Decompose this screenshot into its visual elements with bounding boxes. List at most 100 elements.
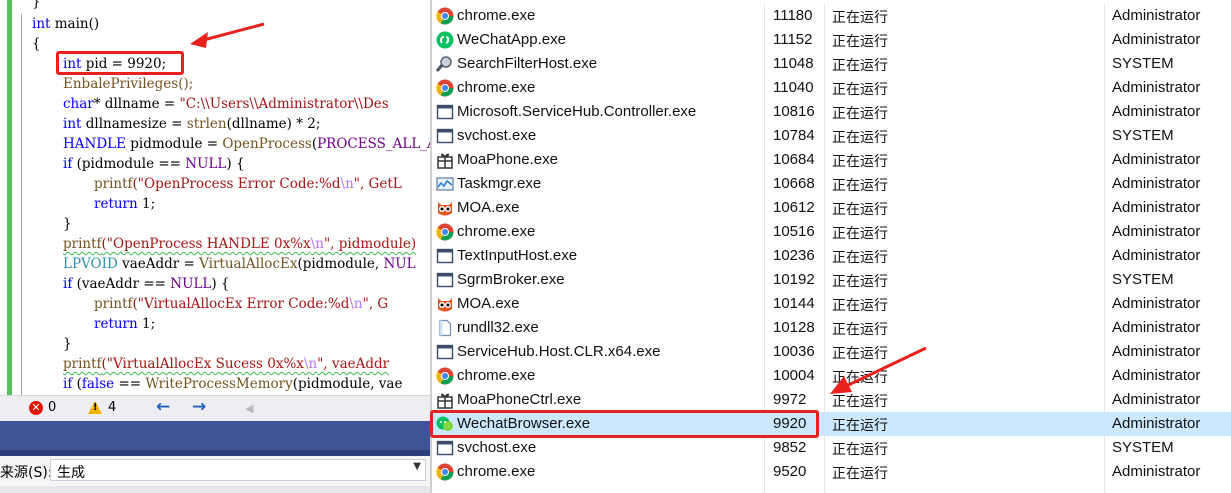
process-user: Administrator	[1112, 103, 1201, 120]
code-token: ", pidmodule)	[323, 236, 417, 252]
process-row[interactable]: MOA.exe 10612 正在运行 Administrator	[432, 196, 1231, 220]
code-token: PROCESS_ALL_ACC	[317, 136, 430, 152]
process-pid: 10612	[773, 199, 815, 216]
code-token: ", vaeAddr	[317, 356, 390, 372]
warning-squiggle: printf("OpenProcess HANDLE 0x%x\n", pidm…	[63, 236, 416, 252]
process-status: 正在运行	[832, 298, 888, 314]
process-row[interactable]: svchost.exe 9852 正在运行 SYSTEM	[432, 436, 1231, 460]
code-line: if (vaeAddr == NULL) {	[63, 274, 230, 294]
code-line: if (pidmodule == NULL) {	[63, 154, 245, 174]
process-row[interactable]: chrome.exe 10004 正在运行 Administrator	[432, 364, 1231, 388]
process-status: 正在运行	[832, 178, 888, 194]
code-token: * dllname =	[93, 96, 180, 112]
process-name: chrome.exe	[457, 463, 536, 480]
code-token: \n	[310, 236, 324, 252]
process-pid: 10668	[773, 175, 815, 192]
process-status: 正在运行	[832, 106, 888, 122]
process-status: 正在运行	[832, 370, 888, 386]
change-tracking-bar	[7, 0, 12, 395]
process-status: 正在运行	[832, 322, 888, 338]
process-status: 正在运行	[832, 34, 888, 50]
process-row[interactable]: MOA.exe 10144 正在运行 Administrator	[432, 292, 1231, 316]
process-name: WeChatApp.exe	[457, 31, 566, 48]
code-token: VirtualAllocEx	[199, 256, 298, 272]
code-token: pidmodule =	[125, 136, 223, 152]
pid-highlight-box	[56, 51, 184, 75]
process-name: MoaPhone.exe	[457, 151, 558, 168]
code-token: int	[63, 116, 82, 132]
warning-count[interactable]: ! 4	[88, 400, 116, 415]
arrow-left-icon: ←	[156, 397, 171, 417]
code-line: printf("OpenProcess HANDLE 0x%x\n", pidm…	[63, 234, 416, 254]
code-token: (pidmodule ==	[72, 156, 186, 172]
process-row[interactable]: WeChatApp.exe 11152 正在运行 Administrator	[432, 28, 1231, 52]
process-name: Microsoft.ServiceHub.Controller.exe	[457, 103, 697, 120]
code-token: printf	[63, 356, 102, 372]
code-line: {	[32, 34, 41, 54]
code-token: if	[63, 376, 73, 392]
process-status: 正在运行	[832, 442, 888, 458]
nav-back-button[interactable]: ←	[156, 397, 170, 417]
code-token: 1;	[137, 316, 156, 332]
owl-icon	[436, 199, 454, 217]
window-app-icon	[436, 439, 454, 457]
code-token: ("VirtualAllocEx Sucess 0x%x	[101, 356, 304, 372]
process-row[interactable]: Taskmgr.exe 10668 正在运行 Administrator	[432, 172, 1231, 196]
process-status: 正在运行	[832, 154, 888, 170]
process-pid: 10784	[773, 127, 815, 144]
process-name: chrome.exe	[457, 79, 536, 96]
process-row[interactable]: ServiceHub.Host.CLR.x64.exe 10036 正在运行 Admi…	[432, 340, 1231, 364]
chrome-icon	[436, 463, 454, 481]
code-token: printf	[94, 296, 133, 312]
process-row[interactable]: MoaPhoneCtrl.exe 9972 正在运行 Administrator	[432, 388, 1231, 412]
code-token: \n	[349, 296, 363, 312]
process-user: Administrator	[1112, 463, 1201, 480]
process-row[interactable]: SearchFilterHost.exe 11048 正在运行 SYSTEM	[432, 52, 1231, 76]
process-user: Administrator	[1112, 31, 1201, 48]
process-row[interactable]: rundll32.exe 10128 正在运行 Administrator	[432, 316, 1231, 340]
process-user: Administrator	[1112, 367, 1201, 384]
code-token: {	[32, 36, 41, 52]
code-line: printf("VirtualAllocEx Sucess 0x%x\n", v…	[63, 354, 389, 374]
window-app-icon	[436, 271, 454, 289]
process-row[interactable]: chrome.exe 9520 正在运行 Administrator	[432, 460, 1231, 484]
process-name: rundll32.exe	[457, 319, 539, 336]
code-token: }	[63, 336, 72, 352]
source-select[interactable]: 生成 ▼	[50, 459, 426, 481]
code-line: }	[32, 0, 41, 12]
process-row[interactable]: chrome.exe 11040 正在运行 Administrator	[432, 76, 1231, 100]
process-row[interactable]: svchost.exe 10784 正在运行 SYSTEM	[432, 124, 1231, 148]
scroll-left-button[interactable]: ◀	[245, 402, 253, 415]
process-pid: 10004	[773, 367, 815, 384]
process-row[interactable]: SgrmBroker.exe 10192 正在运行 SYSTEM	[432, 268, 1231, 292]
process-row[interactable]: Microsoft.ServiceHub.Controller.exe 10816…	[432, 100, 1231, 124]
process-pid: 10236	[773, 247, 815, 264]
code-editor[interactable]: } int main(){int pid = 9920; EnbalePrivile…	[0, 0, 430, 395]
code-token: NULL	[170, 276, 212, 292]
process-status: 正在运行	[832, 394, 888, 410]
process-row[interactable]: MoaPhone.exe 10684 正在运行 Administrator	[432, 148, 1231, 172]
code-token: dllnamesize =	[81, 116, 187, 132]
file-icon	[436, 319, 454, 337]
code-token: printf	[63, 236, 102, 252]
process-row[interactable]: chrome.exe 10516 正在运行 Administrator	[432, 220, 1231, 244]
process-user: SYSTEM	[1112, 439, 1174, 456]
code-token: int	[32, 16, 51, 32]
code-token: "C:\\Users\\Administrator\\Des	[179, 96, 389, 112]
process-status: 正在运行	[832, 274, 888, 290]
code-line: printf("VirtualAllocEx Error Code:%d\n",…	[94, 294, 388, 314]
window-app-icon	[436, 247, 454, 265]
process-name: SgrmBroker.exe	[457, 271, 565, 288]
process-user: Administrator	[1112, 79, 1201, 96]
process-name: MoaPhoneCtrl.exe	[457, 391, 582, 408]
process-status: 正在运行	[832, 82, 888, 98]
error-count[interactable]: ✕ 0	[29, 400, 56, 415]
process-row[interactable]: TextInputHost.exe 10236 正在运行 Administrator	[432, 244, 1231, 268]
nav-forward-button[interactable]: →	[192, 397, 206, 417]
code-token: ) {	[211, 276, 230, 292]
process-row[interactable]: chrome.exe 11180 正在运行 Administrator	[432, 4, 1231, 28]
process-name: TextInputHost.exe	[457, 247, 578, 264]
process-user: Administrator	[1112, 391, 1201, 408]
code-token: LPVOID	[63, 256, 118, 272]
gift-icon	[436, 391, 454, 409]
